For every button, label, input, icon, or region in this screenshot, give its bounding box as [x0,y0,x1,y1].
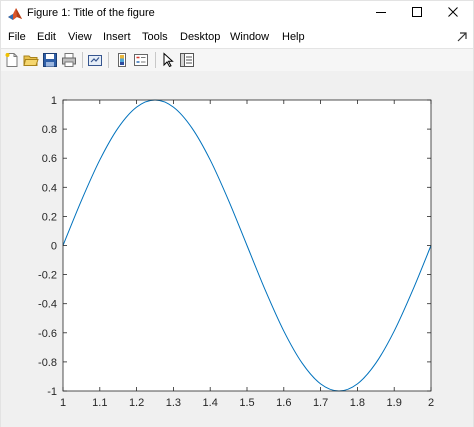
figure-window: Figure 1: Title of the figure File Edit … [0,0,474,427]
x-tick-label: 1.3 [166,397,181,409]
insert-legend-icon[interactable] [133,52,149,68]
menu-desktop[interactable]: Desktop [180,31,220,43]
y-tick-label: 0.4 [42,182,57,194]
insert-colorbar-icon[interactable] [114,52,130,68]
save-icon[interactable] [42,52,58,68]
y-tick-label: 0.6 [42,153,57,165]
y-tick-label: 1 [51,95,57,107]
y-tick-label: 0.8 [42,124,57,136]
title-bar: Figure 1: Title of the figure [1,1,473,27]
window-title: Figure 1: Title of the figure [27,7,155,19]
y-tick-label: 0 [51,241,57,253]
menu-edit[interactable]: Edit [37,31,56,43]
close-button[interactable] [435,1,471,27]
y-tick-label: -0.2 [38,270,57,282]
undock-arrow-icon[interactable] [455,30,469,44]
toolbar-separator [82,52,83,68]
x-tick-label: 1.7 [313,397,328,409]
y-tick-label: 0.2 [42,211,57,223]
menu-tools[interactable]: Tools [142,31,168,43]
close-icon [447,5,459,23]
x-tick-label: 1.9 [387,397,402,409]
x-tick-label: 1.4 [203,397,218,409]
print-icon[interactable] [61,52,77,68]
figure-canvas: 1 1.1 1.2 1.3 1.4 1.5 1.6 1.7 1.8 1.9 2 -1 -0.8 -0.6 -… [1,71,473,427]
figure-toolbar [1,48,473,72]
x-tick-label: 1.2 [129,397,144,409]
property-inspector-icon[interactable] [179,52,195,68]
menu-help[interactable]: Help [282,31,305,43]
menu-view[interactable]: View [68,31,92,43]
x-tick-label: 1.8 [350,397,365,409]
minimize-button[interactable] [363,1,399,27]
x-tick-label: 1.6 [276,397,291,409]
minimize-icon [375,5,387,23]
x-tick-label: 1.1 [92,397,107,409]
y-tick-label: -0.6 [38,328,57,340]
y-tick-label: -1 [47,386,57,398]
x-tick-label: 1 [60,397,66,409]
y-tick-label: -0.8 [38,357,57,369]
new-figure-icon[interactable] [4,52,20,68]
toolbar-separator [155,52,156,68]
toolbar-separator [108,52,109,68]
edit-plot-icon[interactable] [160,52,176,68]
x-tick-label: 1.5 [239,397,254,409]
menu-bar: File Edit View Insert Tools Desktop Wind… [1,28,473,48]
plot-axes[interactable]: 1 1.1 1.2 1.3 1.4 1.5 1.6 1.7 1.8 1.9 2 -1 -0.8 -0.6 -… [1,71,473,427]
menu-window[interactable]: Window [230,31,269,43]
maximize-icon [411,5,423,23]
link-plot-icon[interactable] [87,52,103,68]
matlab-logo-icon [7,6,23,22]
menu-insert[interactable]: Insert [103,31,131,43]
menu-file[interactable]: File [8,31,26,43]
x-tick-label: 2 [428,397,434,409]
y-tick-label: -0.4 [38,299,57,311]
maximize-button[interactable] [399,1,435,27]
open-file-icon[interactable] [23,52,39,68]
